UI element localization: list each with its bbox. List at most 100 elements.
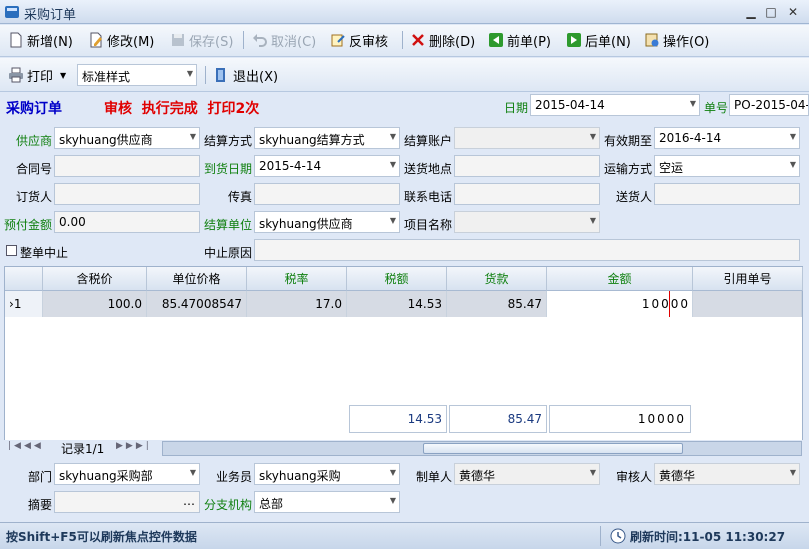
col-tax-rate[interactable]: 税率 [247, 267, 347, 291]
print-style-select[interactable]: 标准样式 ▼ [77, 64, 197, 86]
phone-field[interactable] [454, 183, 600, 205]
detail-grid: 含税价 单位价格 税率 税额 货款 金额 引用单号 ›1 100.0 85.47… [4, 266, 803, 456]
ellipsis-icon[interactable]: … [183, 494, 195, 508]
salesman-field[interactable]: skyhuang采购 ▼ [254, 463, 400, 485]
printer-icon [9, 67, 23, 83]
col-amount[interactable]: 金额 [547, 267, 693, 291]
stop-reason-field[interactable] [254, 239, 800, 261]
print-button[interactable]: 打印 ▼ [8, 64, 66, 86]
prev-icon [489, 33, 503, 47]
operate-button[interactable]: 操作(O) [644, 29, 709, 51]
settle-unit-field[interactable]: skyhuang供应商 ▼ [254, 211, 400, 233]
cell-amount-digits: 10000 [641, 297, 690, 311]
dept-value: skyhuang采购部 [59, 469, 153, 483]
app-icon [5, 6, 19, 18]
stop-reason-label: 中止原因 [203, 246, 252, 260]
valid-until-field[interactable]: 2016-4-14 ▼ [654, 127, 800, 149]
restore-icon[interactable]: □ [760, 3, 782, 21]
nav-last-icon[interactable]: ▶▶▶| [116, 441, 152, 451]
new-button[interactable]: 新增(N) [8, 29, 73, 51]
branch-field[interactable]: 总部 ▼ [254, 491, 400, 513]
exit-button[interactable]: 退出(X) [214, 64, 278, 86]
status-divider [600, 526, 601, 546]
valid-until-label: 有效期至 [603, 134, 652, 148]
project-field[interactable]: ▼ [454, 211, 600, 233]
delivery-place-field[interactable] [454, 155, 600, 177]
col-unit-price[interactable]: 单位价格 [147, 267, 247, 291]
cell-amount[interactable]: 10000 [547, 291, 693, 317]
memo-field[interactable]: … [54, 491, 200, 513]
cancel-button[interactable]: 取消(C) [252, 29, 316, 51]
next-icon [567, 33, 581, 47]
arrive-date-label: 到货日期 [203, 162, 252, 176]
record-navigator: |◀◀◀ 记录1/1 ▶▶▶| [4, 440, 803, 457]
maker-value: 黄德华 [459, 469, 496, 483]
new-doc-icon [10, 32, 22, 48]
delete-button[interactable]: 删除(D) [410, 29, 475, 51]
undo-icon [253, 34, 267, 47]
cell-ref[interactable] [693, 291, 802, 317]
transport-field[interactable]: 空运 ▼ [654, 155, 800, 177]
chevron-down-icon: ▼ [189, 132, 196, 141]
table-row[interactable]: ›1 100.0 85.47008547 17.0 14.53 85.47 10… [5, 291, 802, 317]
salesman-value: skyhuang采购 [259, 469, 341, 483]
deliverer-label: 送货人 [615, 190, 652, 204]
horizontal-scrollbar[interactable] [162, 441, 802, 456]
deliverer-field[interactable] [654, 183, 800, 205]
col-tax-amount[interactable]: 税额 [347, 267, 447, 291]
chevron-down-icon: ▼ [389, 132, 396, 141]
col-tax-price[interactable]: 含税价 [43, 267, 147, 291]
col-ref[interactable]: 引用单号 [693, 267, 803, 291]
chevron-down-icon: ▼ [389, 496, 396, 505]
dept-field[interactable]: skyhuang采购部 ▼ [54, 463, 200, 485]
supplier-value: skyhuang供应商 [59, 133, 153, 147]
window-title: 采购订单 [24, 8, 77, 23]
arrive-date-field[interactable]: 2015-4-14 ▼ [254, 155, 400, 177]
unaudit-button[interactable]: 反审核 [330, 29, 388, 51]
cell-tax-rate[interactable]: 17.0 [247, 291, 347, 317]
chevron-down-icon: ▼ [389, 160, 396, 169]
settle-method-field[interactable]: skyhuang结算方式 ▼ [254, 127, 400, 149]
maker-field[interactable]: 黄德华 ▼ [454, 463, 600, 485]
order-no-field[interactable]: PO-2015-04- [729, 94, 809, 116]
memo-label: 摘要 [27, 498, 52, 512]
cell-goods[interactable]: 85.47 [447, 291, 547, 317]
prepay-field[interactable]: 0.00 [54, 211, 200, 233]
toolbar-separator [402, 31, 403, 49]
fax-field[interactable] [254, 183, 400, 205]
save-button-label: 保存(S) [189, 34, 234, 50]
chevron-down-icon: ▼ [389, 216, 396, 225]
decimal-line [669, 291, 670, 317]
edit-button-label: 修改(M) [107, 34, 155, 50]
chevron-down-icon: ▼ [589, 468, 596, 477]
settle-unit-label: 结算单位 [203, 218, 252, 232]
cell-unit-price[interactable]: 85.47008547 [147, 291, 247, 317]
valid-until-value: 2016-4-14 [659, 131, 722, 145]
stop-checkbox[interactable] [6, 245, 17, 256]
save-button[interactable]: 保存(S) [170, 29, 233, 51]
supplier-label: 供应商 [15, 134, 52, 148]
settle-account-field[interactable]: ▼ [454, 127, 600, 149]
close-icon[interactable]: ✕ [782, 3, 804, 21]
supplier-field[interactable]: skyhuang供应商 ▼ [54, 127, 200, 149]
edit-button[interactable]: 修改(M) [88, 29, 154, 51]
project-label: 项目名称 [403, 218, 452, 232]
scrollbar-thumb[interactable] [423, 443, 683, 454]
edit-icon [90, 32, 102, 48]
date-value: 2015-04-14 [535, 98, 605, 112]
cell-tax-amount[interactable]: 14.53 [347, 291, 447, 317]
auditor-field[interactable]: 黄德华 ▼ [654, 463, 800, 485]
main-toolbar: 新增(N) 修改(M) 保存(S) 取消(C) 反审核 删除(D) 前单(P) … [0, 25, 809, 57]
date-field[interactable]: 2015-04-14 ▼ [530, 94, 700, 116]
prev-button[interactable]: 前单(P) [488, 29, 551, 51]
contract-field[interactable] [54, 155, 200, 177]
nav-first-icon[interactable]: |◀◀◀ [8, 441, 44, 451]
transport-label: 运输方式 [603, 162, 652, 176]
col-goods[interactable]: 货款 [447, 267, 547, 291]
cell-tax-price[interactable]: 100.0 [43, 291, 147, 317]
minimize-icon[interactable]: ▁ [740, 3, 762, 21]
next-button[interactable]: 后单(N) [566, 29, 631, 51]
print-button-label: 打印 [27, 69, 54, 85]
orderer-field[interactable] [54, 183, 200, 205]
exit-button-label: 退出(X) [233, 69, 279, 85]
